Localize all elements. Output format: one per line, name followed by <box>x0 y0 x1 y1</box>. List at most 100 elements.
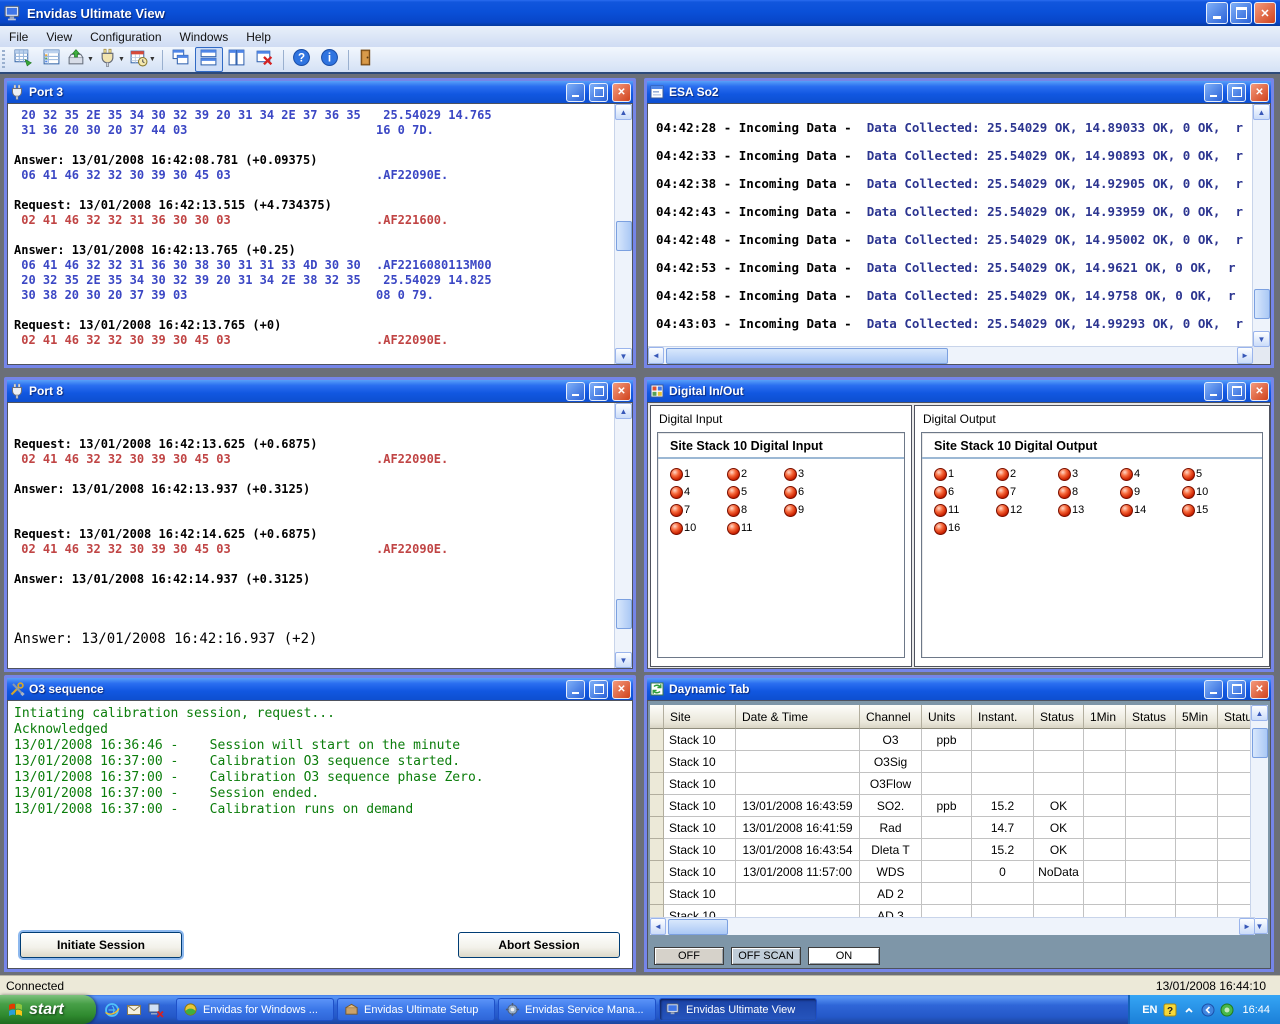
start-button[interactable]: start <box>0 995 96 1024</box>
minimize-button[interactable] <box>566 680 585 699</box>
scroll-right-button[interactable]: ► <box>1239 918 1255 935</box>
dropdown-arrow-icon[interactable]: ▼ <box>118 56 125 63</box>
column-header-5min[interactable]: 5Min <box>1176 705 1218 729</box>
scroll-right-button[interactable]: ► <box>1237 347 1253 364</box>
esa-titlebar[interactable]: ESA So2 ✕ <box>647 81 1271 103</box>
scroll-down-button[interactable]: ▼ <box>1253 331 1270 347</box>
scroll-left-button[interactable]: ◄ <box>648 347 664 364</box>
minimize-button[interactable] <box>1204 83 1223 102</box>
port3-titlebar[interactable]: Port 3 ✕ <box>7 81 633 103</box>
row-selector[interactable] <box>650 773 664 795</box>
scroll-up-button[interactable]: ▲ <box>615 403 632 419</box>
column-header-status[interactable]: Status <box>1126 705 1176 729</box>
table-row[interactable]: Stack 1013/01/2008 11:57:00WDS0NoData <box>650 861 1255 883</box>
close-button[interactable]: ✕ <box>1250 382 1269 401</box>
table-row[interactable]: Stack 1013/01/2008 16:41:59Rad14.7OK <box>650 817 1255 839</box>
minimize-button[interactable] <box>566 83 585 102</box>
column-header-units[interactable]: Units <box>922 705 972 729</box>
toolbar-tile-vertical-button[interactable] <box>223 47 251 72</box>
network-tray-icon[interactable] <box>1220 1003 1234 1017</box>
toolbar-info-button[interactable]: i <box>316 47 344 72</box>
initiate-session-button[interactable]: Initiate Session <box>20 932 182 958</box>
task-button[interactable]: Envidas Service Mana... <box>498 998 656 1021</box>
row-selector[interactable] <box>650 817 664 839</box>
row-selector[interactable] <box>650 729 664 751</box>
abort-session-button[interactable]: Abort Session <box>458 932 620 958</box>
ie-icon[interactable] <box>104 1002 120 1018</box>
chevron-up-icon[interactable] <box>1182 1003 1196 1017</box>
close-button[interactable]: ✕ <box>1254 2 1276 24</box>
table-row[interactable]: Stack 10O3Sig <box>650 751 1255 773</box>
maximize-button[interactable] <box>589 680 608 699</box>
scroll-down-button[interactable]: ▼ <box>615 652 632 668</box>
close-button[interactable]: ✕ <box>1250 83 1269 102</box>
menu-item-windows[interactable]: Windows <box>171 28 238 46</box>
table-row[interactable]: Stack 10AD 2 <box>650 883 1255 905</box>
toolbar-upload-box-button[interactable]: ▼ <box>65 47 96 72</box>
table-row[interactable]: Stack 1013/01/2008 16:43:59SO2.ppb15.2OK <box>650 795 1255 817</box>
toolbar-detail-list-button[interactable] <box>37 47 65 72</box>
scroll-down-button[interactable]: ▼ <box>615 348 632 364</box>
vertical-scrollbar[interactable]: ▲▼ <box>614 403 632 668</box>
toolbar-cascade-windows-button[interactable] <box>167 47 195 72</box>
menu-item-help[interactable]: Help <box>237 28 280 46</box>
vertical-scrollbar[interactable]: ▲▼ <box>614 104 632 364</box>
scroll-thumb[interactable] <box>666 348 948 364</box>
column-header-site[interactable]: Site <box>664 705 736 729</box>
toolbar-tile-horizontal-button[interactable] <box>195 47 223 72</box>
menu-item-configuration[interactable]: Configuration <box>81 28 170 46</box>
scroll-thumb[interactable] <box>1252 728 1268 758</box>
help-tray-icon[interactable]: ? <box>1163 1003 1177 1017</box>
vertical-scrollbar[interactable]: ▲▼ <box>1252 104 1270 347</box>
digital-titlebar[interactable]: Digital In/Out ✕ <box>647 380 1271 402</box>
maximize-button[interactable] <box>589 382 608 401</box>
toolbar-report-grid-button[interactable] <box>9 47 37 72</box>
minimize-button[interactable] <box>1204 680 1223 699</box>
close-button[interactable]: ✕ <box>612 83 631 102</box>
maximize-button[interactable] <box>1227 680 1246 699</box>
language-indicator[interactable]: EN <box>1142 1004 1157 1016</box>
scroll-up-button[interactable]: ▲ <box>615 104 632 120</box>
column-header-status[interactable]: Status <box>1034 705 1084 729</box>
menu-item-view[interactable]: View <box>37 28 81 46</box>
toolbar-help-button[interactable]: ? <box>288 47 316 72</box>
maximize-button[interactable] <box>1227 83 1246 102</box>
restore-button[interactable] <box>1230 2 1252 24</box>
column-header-1min[interactable]: 1Min <box>1084 705 1126 729</box>
column-header-channel[interactable]: Channel <box>860 705 922 729</box>
close-button[interactable]: ✕ <box>612 680 631 699</box>
horizontal-scrollbar[interactable]: ◄► <box>648 346 1253 364</box>
scroll-thumb[interactable] <box>668 919 728 935</box>
horizontal-scrollbar[interactable]: ◄► <box>650 917 1255 935</box>
row-selector[interactable] <box>650 861 664 883</box>
close-button[interactable]: ✕ <box>1250 680 1269 699</box>
minimize-button[interactable] <box>1204 382 1223 401</box>
column-header-date-time[interactable]: Date & Time <box>736 705 860 729</box>
scroll-up-button[interactable]: ▲ <box>1251 705 1268 721</box>
maximize-button[interactable] <box>589 83 608 102</box>
desktop-icon[interactable] <box>148 1002 164 1018</box>
on-button[interactable]: ON <box>808 947 880 965</box>
row-selector[interactable] <box>650 795 664 817</box>
dropdown-arrow-icon[interactable]: ▼ <box>149 56 156 63</box>
table-row[interactable]: Stack 1013/01/2008 16:43:54Dleta T15.2OK <box>650 839 1255 861</box>
scroll-left-button[interactable]: ◄ <box>650 918 666 935</box>
scroll-up-button[interactable]: ▲ <box>1253 104 1270 120</box>
table-row[interactable]: Stack 10O3ppb <box>650 729 1255 751</box>
toolbar-exit-door-button[interactable] <box>353 47 381 72</box>
toolbar-close-window-button[interactable] <box>251 47 279 72</box>
off-scan-button[interactable]: OFF SCAN <box>731 947 801 965</box>
task-button[interactable]: Envidas for Windows ... <box>176 998 334 1021</box>
daynamic-titlebar[interactable]: Daynamic Tab ✕ <box>647 678 1271 700</box>
scroll-thumb[interactable] <box>1254 289 1270 319</box>
close-button[interactable]: ✕ <box>612 382 631 401</box>
hide-icons-icon[interactable] <box>1201 1003 1215 1017</box>
scroll-thumb[interactable] <box>616 221 632 251</box>
row-selector[interactable] <box>650 751 664 773</box>
dropdown-arrow-icon[interactable]: ▼ <box>87 56 94 63</box>
port8-titlebar[interactable]: Port 8 ✕ <box>7 380 633 402</box>
toolbar-port-tool-button[interactable]: ▼ <box>96 47 127 72</box>
task-button[interactable]: Envidas Ultimate View <box>659 998 817 1021</box>
minimize-button[interactable] <box>1206 2 1228 24</box>
row-selector[interactable] <box>650 905 664 917</box>
